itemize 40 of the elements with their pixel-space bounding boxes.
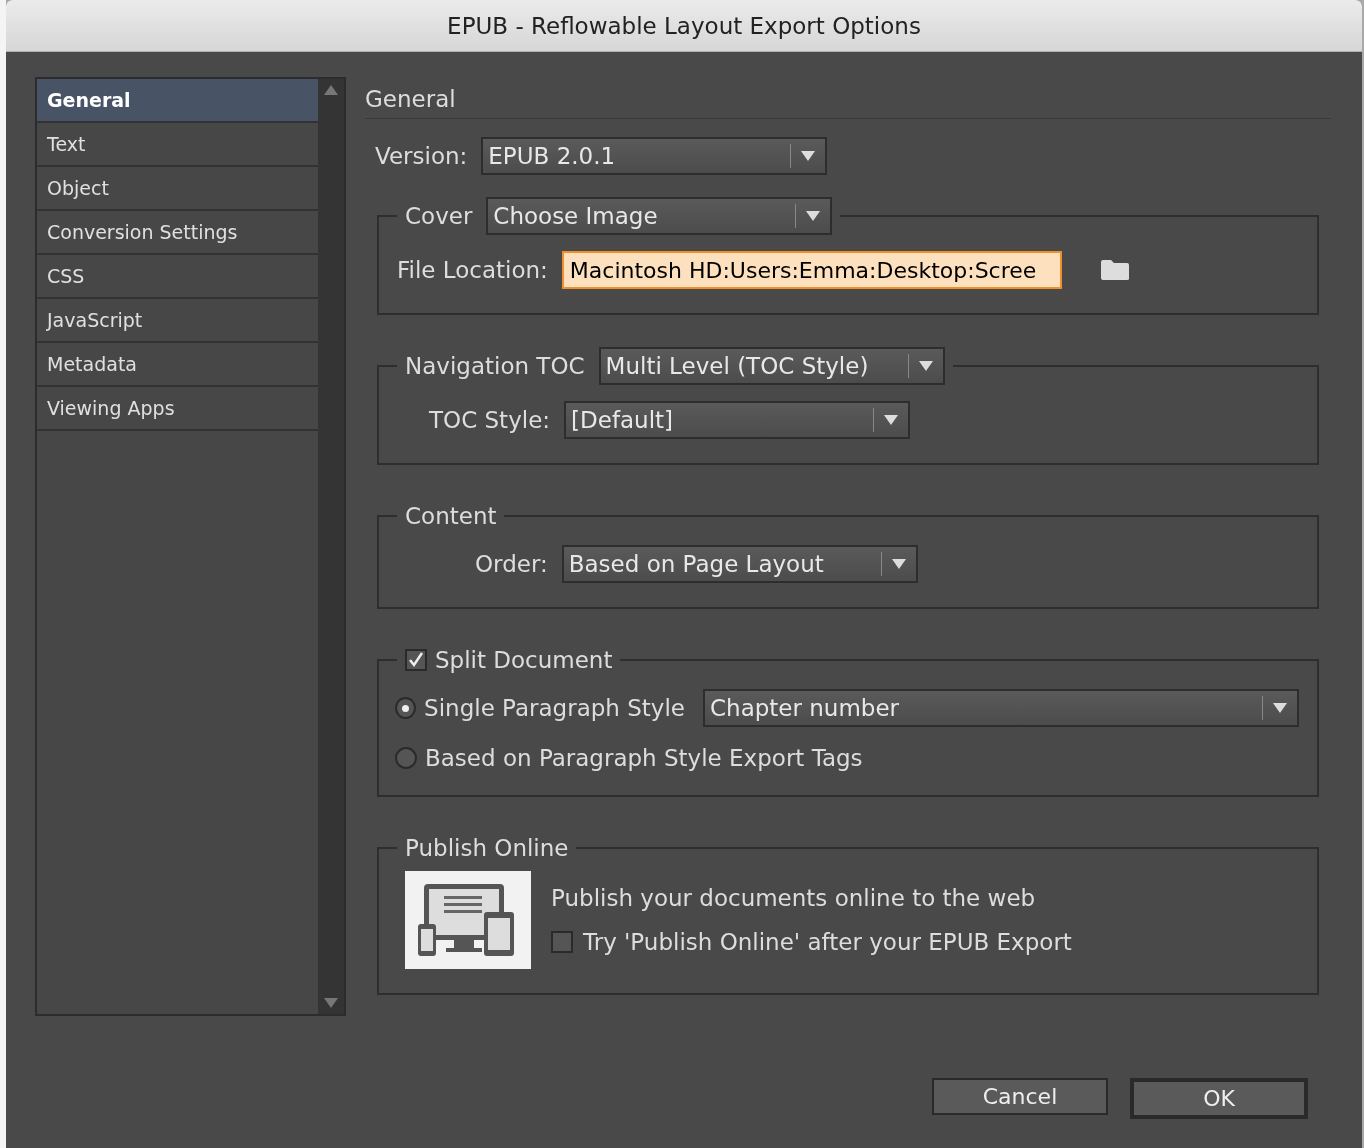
caret-icon [806,211,821,221]
radio-button[interactable] [395,747,417,769]
radio-button[interactable] [395,697,417,719]
caret-icon [884,415,899,425]
radio-label: Single Paragraph Style [424,695,685,721]
navigation-toc-label: Navigation TOC [405,353,585,379]
file-location-label: File Location: [397,257,548,283]
paragraph-style-dropdown[interactable]: Chapter number [703,689,1299,727]
sidebar-item[interactable]: General [37,79,318,123]
folder-icon[interactable] [1099,259,1130,281]
cover-label: Cover [405,203,473,229]
caret-icon [1273,703,1287,713]
publish-online-label: Publish Online [405,835,569,861]
publish-online-option-label: Try 'Publish Online' after your EPUB Export [583,929,1072,955]
scroll-up-icon[interactable] [324,85,338,95]
order-label: Order: [475,551,548,577]
cancel-button[interactable]: Cancel [932,1078,1108,1115]
caret-icon [801,151,816,161]
toc-style-label: TOC Style: [429,407,551,433]
scroll-down-icon[interactable] [324,998,338,1008]
section-heading: General [365,77,1331,119]
order-dropdown[interactable]: Based on Page Layout [561,545,918,583]
navigation-toc-dropdown[interactable]: Multi Level (TOC Style) [598,347,945,385]
caret-icon [891,559,906,569]
caret-icon [918,361,933,371]
version-label: Version: [375,143,468,169]
publish-description: Publish your documents online to the web [551,885,1037,911]
split-document-label: Split Document [435,647,613,673]
toc-style-dropdown[interactable]: [Default] [564,401,911,439]
split-document-checkbox[interactable] [405,649,427,671]
radio-label: Based on Paragraph Style Export Tags [425,745,863,771]
scrollbar[interactable] [318,79,344,1014]
file-location-field[interactable]: Macintosh HD:Users:Emma:Desktop:Scree [561,251,1062,289]
content-label: Content [405,503,497,529]
cover-dropdown[interactable]: Choose Image [486,197,833,235]
window-title: EPUB - Reflowable Layout Export Options [447,12,921,39]
version-dropdown[interactable]: EPUB 2.0.1 [481,137,828,175]
ok-button[interactable]: OK [1130,1078,1308,1119]
checkmark-icon [408,652,424,668]
publish-online-checkbox[interactable] [551,931,573,953]
